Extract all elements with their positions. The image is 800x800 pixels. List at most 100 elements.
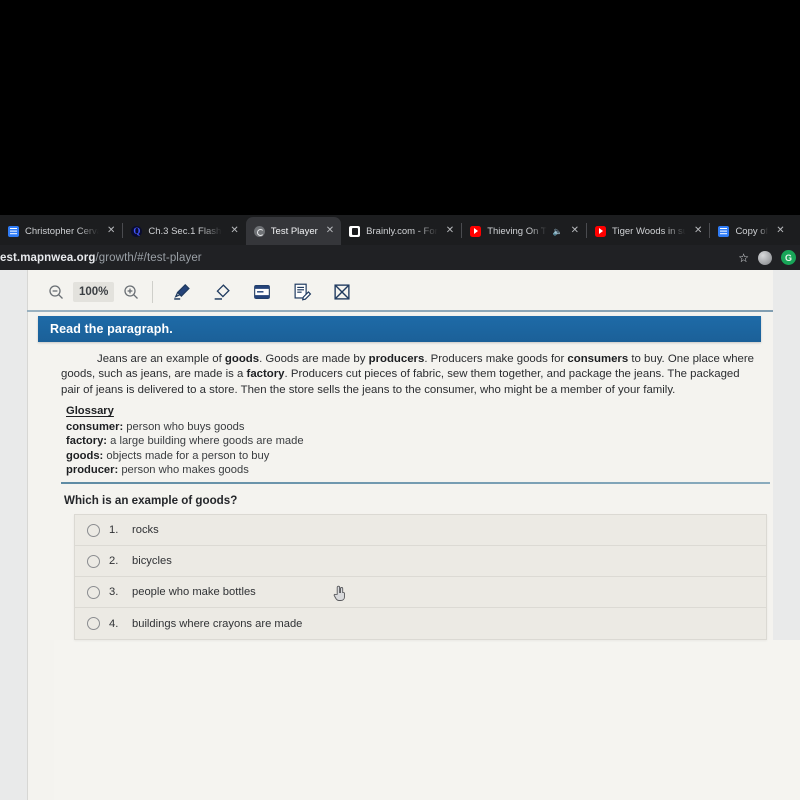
answer-option-text: bicycles [132,555,172,567]
youtube-icon [595,225,607,237]
passage-fragment: Jeans are an example of [97,353,225,365]
tab-label: Ch.3 Sec.1 Flashca [148,225,222,237]
tab-label: Copy of [735,225,769,237]
answer-option-number: 1. [109,524,119,536]
page-viewport: 100% Read the paragraph. Jeans are an ex… [0,270,800,800]
glossary-term: consumer: [66,420,124,433]
answer-options-list: 1. rocks 2. bicycles 3. people who make bottl… [74,514,767,640]
answer-radio-button[interactable] [87,585,100,599]
answer-option-number: 3. [109,586,119,598]
zoom-level-value: 100% [73,282,115,302]
zoom-controls: 100% [41,278,146,306]
url-bar[interactable]: est.mapnwea.org/growth/#/test-player ☆ G [0,245,800,270]
glossary-block: Glossary consumer: person who buys goods… [66,404,486,478]
glossary-entries: consumer: person who buys goods factory: … [66,420,486,478]
glossary-term: goods: [66,449,104,462]
bookmark-star-icon[interactable]: ☆ [738,251,749,265]
google-docs-icon [718,225,730,237]
tab-label: Brainly.com - For [366,225,438,237]
test-player-page: 100% Read the paragraph. Jeans are an ex… [27,270,800,800]
browser-tab[interactable]: Christopher Cerva ✕ [0,217,122,245]
url-text: est.mapnwea.org/growth/#/test-player [0,252,202,264]
browser-tab[interactable]: Brainly.com - For ✕ [341,217,461,245]
tab-close-icon[interactable]: ✕ [569,226,579,236]
glossary-entry: consumer: person who buys goods [66,420,486,435]
glossary-entry: factory: a large building where goods ar… [66,434,486,449]
tab-close-icon[interactable]: ✕ [324,226,334,236]
passage-fragment: . Goods are made by [259,353,369,365]
toolbar-divider [152,281,154,303]
answer-radio-button[interactable] [87,554,100,568]
test-player-icon [253,225,265,237]
google-docs-icon [8,225,19,237]
answer-radio-button[interactable] [87,617,100,630]
profile-avatar[interactable]: G [781,250,796,265]
content-divider [61,482,770,484]
zoom-in-button[interactable] [116,278,146,306]
browser-tab[interactable]: Test Player ✕ [245,217,342,245]
reading-passage: Jeans are an example of goods. Goods are… [61,352,761,398]
tab-label: Test Player [270,225,318,237]
passage-keyword: producers [368,353,425,365]
question-text: Which is an example of goods? [64,494,238,507]
url-domain: est.mapnwea.org [0,251,96,264]
screenshot-root: Christopher Cerva✕QCh.3 Sec.1 Flashca✕Te… [0,0,800,800]
passage-keyword: factory [246,368,285,381]
notepad-tool-icon[interactable] [282,277,322,307]
toolbar-bottom-rule [27,310,773,312]
answer-option[interactable]: 4. buildings where crayons are made [75,608,766,639]
browser-chrome: Christopher Cerva✕QCh.3 Sec.1 Flashca✕Te… [0,215,800,270]
page-blank-area [54,640,800,800]
line-reader-tool-icon[interactable] [242,277,282,307]
extension-icon[interactable] [758,250,772,265]
answer-eliminator-tool-icon[interactable] [322,277,362,307]
browser-tab[interactable]: Tiger Woods in su ✕ [587,217,709,245]
tab-close-icon[interactable]: ✕ [444,226,454,236]
tab-mute-icon[interactable]: 🔈 [553,227,563,236]
browser-tab[interactable]: Q Ch.3 Sec.1 Flashca ✕ [123,217,245,245]
answer-option[interactable]: 2. bicycles [75,546,766,577]
answer-option-text: rocks [132,524,159,536]
section-header-bar: Read the paragraph. [38,316,761,342]
answer-radio-button[interactable] [87,523,100,537]
passage-keyword: goods [224,353,260,365]
glossary-entry: producer: person who makes goods [66,463,486,478]
quizlet-icon: Q [131,225,143,237]
tab-close-icon[interactable]: ✕ [105,226,115,236]
answer-option-text: buildings where crayons are made [132,617,303,630]
section-header-text: Read the paragraph. [50,322,173,336]
answer-option-number: 2. [109,555,119,567]
answer-option[interactable]: 3. people who make bottles [75,577,766,608]
answer-option[interactable]: 1. rocks [75,515,766,546]
photo-letterbox-top [0,0,800,215]
tab-close-icon[interactable]: ✕ [774,226,784,236]
tab-strip: Christopher Cerva✕QCh.3 Sec.1 Flashca✕Te… [0,215,800,245]
glossary-definition: objects made for a person to buy [103,449,270,462]
glossary-term: factory: [66,435,108,448]
tab-close-icon[interactable]: ✕ [692,226,702,236]
tab-label: Christopher Cerva [25,225,99,237]
browser-tab[interactable]: Thieving On T 🔈 ✕ [462,217,586,245]
youtube-icon [470,225,482,237]
brainly-icon [349,225,361,237]
highlighter-tool-icon[interactable] [162,277,202,307]
url-bar-actions: ☆ G [738,245,796,270]
answer-option-number: 4. [109,617,119,630]
glossary-definition: person who buys goods [123,420,245,433]
tab-label: Tiger Woods in su [612,225,687,237]
glossary-definition: a large building where goods are made [107,435,304,448]
tab-close-icon[interactable]: ✕ [228,226,238,236]
test-toolbar: 100% [27,274,773,310]
glossary-term: producer: [66,464,119,477]
zoom-out-button[interactable] [41,278,71,306]
passage-keyword: consumers [567,353,629,365]
glossary-definition: person who makes goods [118,464,249,477]
passage-fragment: . Producers make goods for [424,353,568,365]
url-path: /growth/#/test-player [95,251,202,264]
glossary-title: Glossary [66,405,114,417]
answer-option-text: people who make bottles [132,586,256,598]
browser-tab[interactable]: Copy of ✕ [710,217,791,245]
tab-label: Thieving On T [487,225,547,237]
eraser-tool-icon[interactable] [202,277,242,307]
glossary-entry: goods: objects made for a person to buy [66,449,486,464]
